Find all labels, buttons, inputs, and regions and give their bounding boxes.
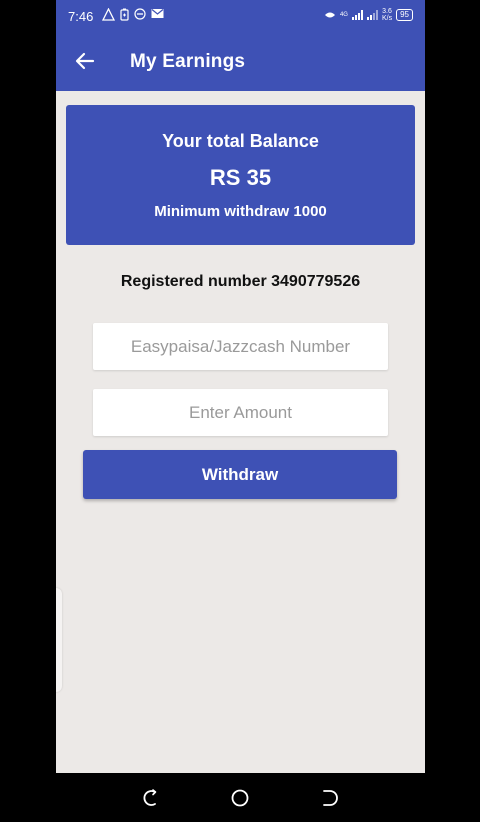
battery-saver-icon	[120, 8, 129, 21]
battery-icon: 95	[396, 9, 413, 21]
minimum-withdraw-text: Minimum withdraw 1000	[154, 203, 327, 220]
sync-icon	[324, 12, 335, 17]
network-type: 4G	[339, 12, 348, 18]
app-bar: My Earnings	[56, 33, 425, 91]
net-speed-unit: K/s	[381, 15, 393, 22]
system-nav-bar	[0, 773, 480, 822]
status-bar: 7:46 4G 3.6 K/s 95	[56, 0, 425, 33]
registered-number: Registered number 3490779526	[120, 273, 361, 290]
mail-icon	[151, 9, 164, 18]
balance-card: Your total Balance RS 35 Minimum withdra…	[66, 105, 415, 245]
wallet-number-input[interactable]	[93, 323, 388, 370]
dnd-icon	[134, 8, 146, 20]
status-left-icons	[102, 8, 164, 21]
recents-icon[interactable]	[140, 787, 162, 809]
app-screen: 7:46 4G 3.6 K/s 95 My Earnings Your tota…	[56, 0, 425, 773]
arrow-left-icon[interactable]	[74, 50, 96, 72]
page-title: My Earnings	[130, 51, 246, 72]
amount-input[interactable]	[93, 389, 388, 436]
back-icon[interactable]	[318, 787, 340, 809]
net-speed: 3.6 K/s	[382, 8, 392, 22]
status-right-icons: 4G 3.6 K/s 95	[324, 8, 413, 22]
balance-amount: RS 35	[209, 165, 272, 190]
signal-icon-2	[366, 10, 378, 20]
home-icon[interactable]	[229, 787, 251, 809]
battery-level: 95	[400, 10, 409, 19]
balance-label: Your total Balance	[162, 131, 319, 151]
net-speed-value: 3.6	[382, 8, 392, 15]
signal-icon	[351, 10, 363, 20]
withdraw-button[interactable]: Withdraw	[83, 450, 397, 499]
edge-panel-handle[interactable]	[56, 588, 62, 692]
status-time: 7:46	[68, 9, 94, 24]
warning-triangle-icon	[102, 8, 115, 21]
